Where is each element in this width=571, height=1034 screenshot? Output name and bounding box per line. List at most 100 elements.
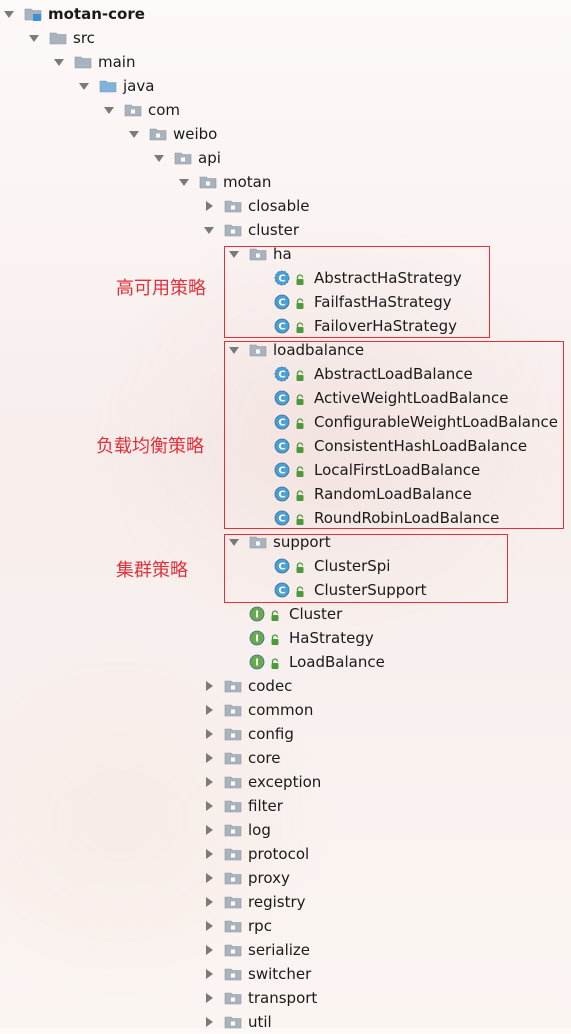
tree-row-log[interactable]: log [0, 818, 571, 842]
tree-item-label: proxy [248, 869, 290, 887]
package-icon [224, 967, 242, 981]
tree-item-label: codec [248, 677, 293, 695]
tree-row-exception[interactable]: exception [0, 770, 571, 794]
chevron-down-icon[interactable] [54, 57, 64, 67]
tree-row-weibo[interactable]: weibo [0, 122, 571, 146]
chevron-down-icon[interactable] [4, 9, 14, 19]
tree-row-motan-core[interactable]: motan-core [0, 2, 571, 26]
tree-row-src[interactable]: src [0, 26, 571, 50]
tree-row-registry[interactable]: registry [0, 890, 571, 914]
tree-row-serialize[interactable]: serialize [0, 938, 571, 962]
chevron-right-icon[interactable] [204, 873, 214, 883]
package-icon [224, 823, 242, 837]
tree-item-label: exception [248, 773, 322, 791]
tree-item-label: core [248, 749, 281, 767]
chevron-down-icon[interactable] [104, 105, 114, 115]
package-icon [224, 223, 242, 237]
chevron-down-icon[interactable] [29, 33, 39, 43]
tree-item-label: motan-core [48, 5, 145, 23]
package-icon [224, 919, 242, 933]
chevron-down-icon[interactable] [154, 153, 164, 163]
tree-row-cluster[interactable]: cluster [0, 218, 571, 242]
chevron-right-icon[interactable] [204, 705, 214, 715]
tree-item-label: cluster [248, 221, 300, 239]
tree-row-protocol[interactable]: protocol [0, 842, 571, 866]
package-icon [224, 679, 242, 693]
tree-item-label: motan [223, 173, 272, 191]
tree-row-main[interactable]: main [0, 50, 571, 74]
tree-item-label: filter [248, 797, 283, 815]
highlight-box-support [224, 534, 508, 603]
chevron-right-icon[interactable] [204, 1017, 214, 1027]
tree-item-label: weibo [173, 125, 218, 143]
tree-row-core[interactable]: core [0, 746, 571, 770]
chevron-right-icon[interactable] [204, 921, 214, 931]
tree-item-label: LoadBalance [289, 653, 385, 671]
package-icon [224, 1015, 242, 1029]
tree-item-label: main [98, 53, 136, 71]
tree-row-java[interactable]: java [0, 74, 571, 98]
package-icon [174, 151, 192, 165]
chevron-right-icon[interactable] [204, 849, 214, 859]
tree-row-filter[interactable]: filter [0, 794, 571, 818]
source-folder-icon [99, 79, 117, 93]
tree-item-label: protocol [248, 845, 310, 863]
chevron-right-icon[interactable] [204, 753, 214, 763]
tree-row-transport[interactable]: transport [0, 986, 571, 1010]
tree-item-label: log [248, 821, 271, 839]
tree-row-api[interactable]: api [0, 146, 571, 170]
tree-row-loadbalance[interactable]: I LoadBalance [0, 650, 571, 674]
chevron-right-icon[interactable] [204, 945, 214, 955]
chevron-right-icon[interactable] [204, 201, 214, 211]
tree-item-label: Cluster [289, 605, 343, 623]
chevron-right-icon[interactable] [204, 897, 214, 907]
chevron-down-icon[interactable] [179, 177, 189, 187]
chevron-right-icon[interactable] [204, 681, 214, 691]
lock-icon [269, 656, 281, 669]
tree-row-util[interactable]: util [0, 1010, 571, 1034]
package-icon [224, 703, 242, 717]
tree-row-common[interactable]: common [0, 698, 571, 722]
tree-row-rpc[interactable]: rpc [0, 914, 571, 938]
tree-item-label: closable [248, 197, 310, 215]
tree-item-label: HaStrategy [289, 629, 374, 647]
package-icon [224, 199, 242, 213]
highlight-box-ha [224, 246, 490, 338]
package-icon [199, 175, 217, 189]
chevron-down-icon[interactable] [79, 81, 89, 91]
tree-row-com[interactable]: com [0, 98, 571, 122]
chevron-down-icon[interactable] [204, 225, 214, 235]
package-icon [224, 871, 242, 885]
module-icon [24, 7, 42, 21]
chevron-right-icon[interactable] [204, 801, 214, 811]
tree-row-config[interactable]: config [0, 722, 571, 746]
annotation-loadbalance-strategy: 负载均衡策略 [96, 436, 204, 457]
tree-row-cluster[interactable]: I Cluster [0, 602, 571, 626]
tree-row-proxy[interactable]: proxy [0, 866, 571, 890]
tree-row-hastrategy[interactable]: I HaStrategy [0, 626, 571, 650]
tree-item-label: transport [248, 989, 318, 1007]
package-icon [224, 751, 242, 765]
chevron-right-icon[interactable] [204, 825, 214, 835]
package-icon [124, 103, 142, 117]
tree-row-switcher[interactable]: switcher [0, 962, 571, 986]
tree-item-label: java [123, 77, 155, 95]
chevron-right-icon[interactable] [204, 729, 214, 739]
package-icon [149, 127, 167, 141]
package-icon [224, 847, 242, 861]
tree-row-closable[interactable]: closable [0, 194, 571, 218]
chevron-right-icon[interactable] [204, 969, 214, 979]
chevron-right-icon[interactable] [204, 777, 214, 787]
tree-row-motan[interactable]: motan [0, 170, 571, 194]
chevron-right-icon[interactable] [204, 993, 214, 1003]
lock-icon [269, 608, 281, 621]
interface-icon: I [249, 654, 265, 670]
chevron-down-icon[interactable] [129, 129, 139, 139]
folder-icon [74, 55, 92, 69]
interface-icon: I [249, 606, 265, 622]
folder-icon [49, 31, 67, 45]
tree-item-label: src [73, 29, 95, 47]
tree-row-codec[interactable]: codec [0, 674, 571, 698]
tree-item-label: com [148, 101, 181, 119]
tree-item-label: switcher [248, 965, 312, 983]
